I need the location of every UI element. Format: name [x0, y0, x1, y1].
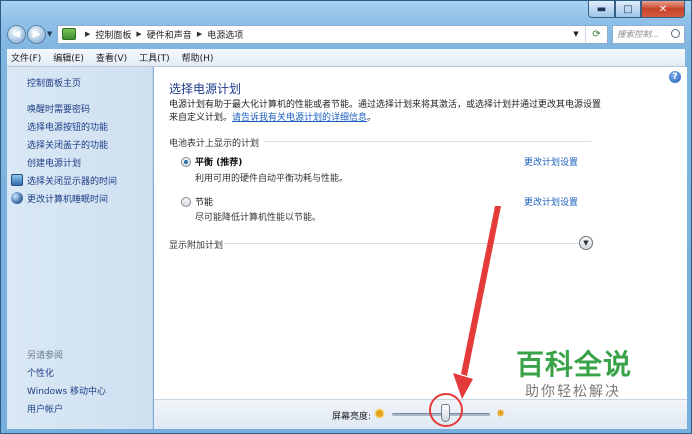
- sidebar-item-home[interactable]: 控制面板主页: [27, 76, 81, 89]
- recent-pages-dropdown[interactable]: ▼: [47, 30, 55, 38]
- search-icon[interactable]: [671, 28, 680, 38]
- plan-balanced-radio[interactable]: [181, 157, 191, 167]
- address-dropdown-icon[interactable]: ▼: [569, 26, 583, 43]
- menu-help[interactable]: 帮助(H): [182, 51, 214, 64]
- monitor-icon: [11, 174, 23, 186]
- see-also-heading: 另请参阅: [27, 351, 64, 361]
- description-prefix: 来自定义计划。: [169, 113, 233, 123]
- help-icon[interactable]: ?: [669, 71, 681, 83]
- close-button[interactable]: ✕: [641, 1, 685, 18]
- plan-power-saver-change-settings-link[interactable]: 更改计划设置: [524, 195, 578, 208]
- description-line-1: 电源计划有助于最大化计算机的性能或者节能。通过选择计划来将其激活，或选择计划并通…: [169, 100, 602, 110]
- plan-power-saver-desc: 尽可能降低计算机性能以节能。: [195, 213, 322, 223]
- sidebar-item-create-plan[interactable]: 创建电源计划: [27, 156, 81, 169]
- control-panel-icon: [62, 28, 76, 40]
- menu-tools[interactable]: 工具(T): [139, 51, 170, 64]
- see-also-user-accounts[interactable]: 用户帐户: [27, 402, 63, 415]
- search-input[interactable]: 搜索控制...: [612, 24, 685, 44]
- dim-sun-icon: [376, 410, 383, 417]
- bright-sun-icon: ✸: [496, 407, 506, 420]
- breadcrumb-separator-icon[interactable]: ▶: [136, 30, 141, 38]
- plan-balanced-name[interactable]: 平衡 (推荐): [195, 155, 242, 168]
- sidebar-item-display-off[interactable]: 选择关闭显示器的时间: [27, 174, 117, 187]
- sidebar-item-lid-close[interactable]: 选择关闭盖子的功能: [27, 138, 108, 151]
- see-also-personalization[interactable]: 个性化: [27, 366, 54, 379]
- forward-arrow-icon[interactable]: ▶: [27, 24, 46, 44]
- minimize-button[interactable]: ▬: [588, 1, 615, 18]
- maximize-button[interactable]: □: [615, 1, 641, 18]
- power-plan-info-link[interactable]: 请告诉我有关电源计划的详细信息: [232, 113, 367, 123]
- search-placeholder: 搜索控制...: [617, 30, 660, 40]
- breadcrumb-power-options[interactable]: 电源选项: [207, 28, 243, 41]
- watermark-subtitle: 助你轻松解决: [525, 384, 621, 400]
- sidebar: 控制面板主页 唤醒时需要密码 选择电源按钮的功能 选择关闭盖子的功能 创建电源计…: [7, 67, 153, 429]
- menu-view[interactable]: 查看(V): [96, 51, 127, 64]
- see-also-mobility-center[interactable]: Windows 移动中心: [27, 384, 106, 397]
- show-additional-plans-label[interactable]: 显示附加计划: [169, 238, 223, 251]
- navigation-row: ◀ ▶ ▼ ▶ 控制面板 ▶ 硬件和声音 ▶ 电源选项 ▼ ⟳ 搜索控制...: [7, 23, 685, 45]
- sidebar-item-sleep-time[interactable]: 更改计算机睡眠时间: [27, 192, 108, 205]
- window-frame: ▬ □ ✕ ◀ ▶ ▼ ▶ 控制面板 ▶ 硬件和声音 ▶ 电源选项 ▼ ⟳ 搜索…: [0, 0, 692, 434]
- plan-power-saver-radio[interactable]: [181, 197, 191, 207]
- menu-bar: 文件(F) 编辑(E) 查看(V) 工具(T) 帮助(H): [7, 49, 685, 67]
- watermark-title: 百科全说: [516, 348, 633, 381]
- screen-brightness-label: 屏幕亮度:: [332, 412, 372, 422]
- menu-edit[interactable]: 编辑(E): [53, 51, 84, 64]
- page-description: 电源计划有助于最大化计算机的性能或者节能。通过选择计划来将其激活，或选择计划并通…: [169, 99, 609, 125]
- breadcrumb-hardware-sound[interactable]: 硬件和声音: [147, 28, 192, 41]
- breadcrumb-control-panel[interactable]: 控制面板: [95, 28, 131, 41]
- window-controls: ▬ □ ✕: [588, 1, 685, 18]
- plan-power-saver-name[interactable]: 节能: [195, 195, 213, 208]
- back-arrow-icon[interactable]: ◀: [7, 24, 26, 44]
- plan-balanced-desc: 利用可用的硬件自动平衡功耗与性能。: [195, 174, 349, 184]
- description-suffix: 。: [367, 113, 377, 123]
- plan-balanced-change-settings-link[interactable]: 更改计划设置: [524, 155, 578, 168]
- brightness-bar: 屏幕亮度: ✸: [154, 393, 687, 429]
- annotation-highlight-circle: [428, 393, 463, 427]
- additional-plans-divider: [224, 243, 579, 244]
- description-line-2: 来自定义计划。请告诉我有关电源计划的详细信息。: [169, 112, 609, 125]
- section-divider: [264, 141, 591, 142]
- refresh-icon[interactable]: ⟳: [585, 25, 607, 43]
- sleep-moon-icon: [11, 192, 23, 204]
- sidebar-item-wake-password[interactable]: 唤醒时需要密码: [27, 102, 90, 115]
- menu-file[interactable]: 文件(F): [11, 51, 41, 64]
- breadcrumb-separator-icon[interactable]: ▶: [197, 30, 202, 38]
- battery-meter-section-label: 电池表计上显示的计划: [169, 139, 260, 149]
- breadcrumb-separator-icon[interactable]: ▶: [85, 30, 90, 38]
- sidebar-item-power-button[interactable]: 选择电源按钮的功能: [27, 120, 108, 133]
- page-title: 选择电源计划: [169, 82, 242, 96]
- chevron-down-icon[interactable]: ▼: [579, 236, 593, 250]
- address-bar[interactable]: ▶ 控制面板 ▶ 硬件和声音 ▶ 电源选项 ▼ ⟳: [57, 24, 608, 44]
